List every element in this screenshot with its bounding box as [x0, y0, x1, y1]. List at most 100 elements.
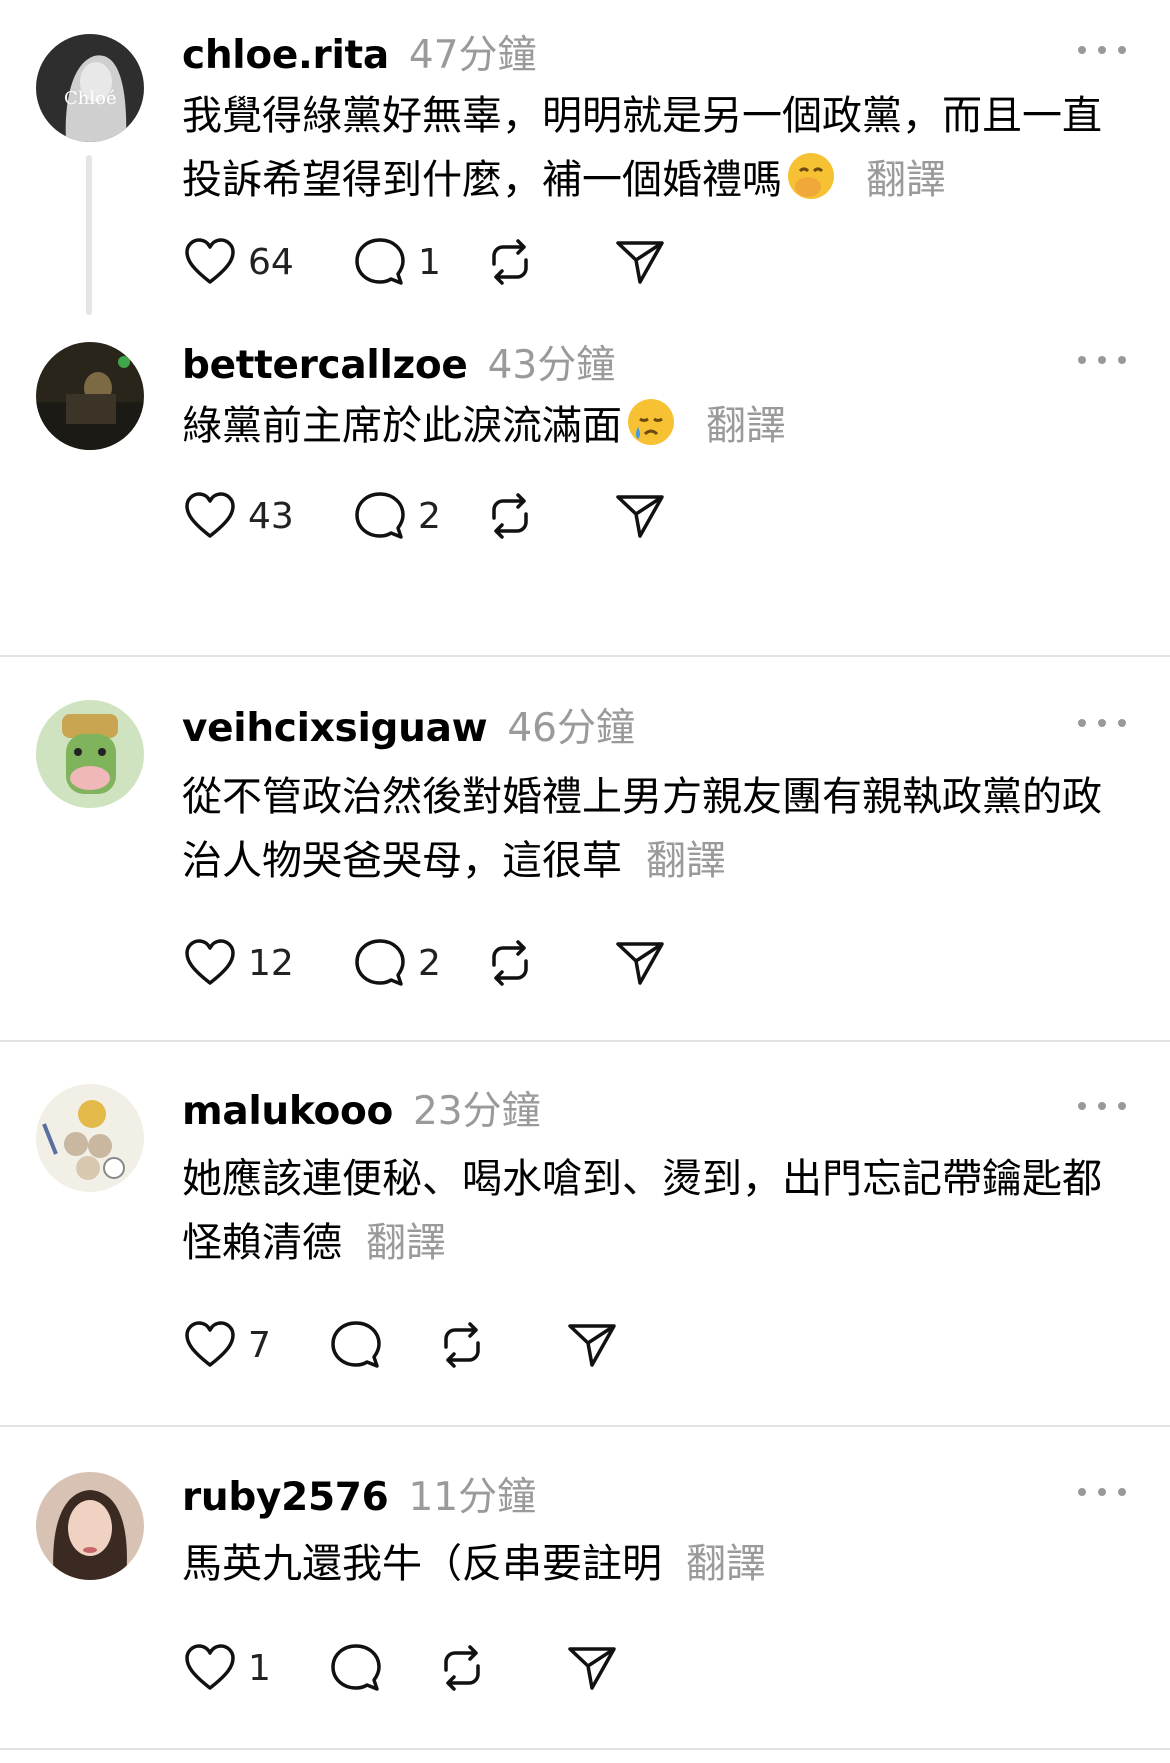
- translate-link[interactable]: 翻譯: [866, 157, 946, 203]
- post-header: veihcixsiguaw 46分鐘: [182, 697, 635, 751]
- post-text: 從不管政治然後對婚禮上男方親友團有親執政黨的政治人物哭爸哭母，這很草: [182, 774, 1102, 884]
- like-count: 7: [248, 1324, 271, 1366]
- post-text-container: 從不管政治然後對婚禮上男方親友團有親執政黨的政治人物哭爸哭母，這很草 翻譯: [182, 765, 1132, 893]
- like-button[interactable]: 43: [182, 486, 294, 546]
- timestamp: 23分鐘: [412, 1089, 541, 1134]
- reply-button[interactable]: [328, 1638, 384, 1698]
- like-button[interactable]: 12: [182, 933, 294, 993]
- crying-face-emoji: [628, 399, 674, 445]
- username[interactable]: chloe.rita: [182, 33, 389, 78]
- post-divider: [0, 1040, 1170, 1042]
- share-button[interactable]: [612, 933, 668, 993]
- avatar-image: [36, 700, 144, 808]
- reply-button[interactable]: 2: [352, 486, 441, 546]
- post-text-container: 我覺得綠黨好無辜，明明就是另一個政黨，而且一直投訴希望得到什麼，補一個婚禮嗎 翻譯: [182, 84, 1132, 212]
- repost-icon: [492, 493, 528, 539]
- repost-button[interactable]: [434, 1315, 490, 1375]
- repost-icon: [444, 1322, 480, 1368]
- translate-link[interactable]: 翻譯: [366, 1220, 446, 1266]
- send-icon: [616, 495, 664, 538]
- avatar[interactable]: [36, 1472, 144, 1580]
- send-icon: [568, 1324, 616, 1367]
- avatar[interactable]: [36, 342, 144, 450]
- more-options-icon[interactable]: [1078, 40, 1126, 60]
- share-button[interactable]: [612, 486, 668, 546]
- post-text: 馬英九還我牛（反串要註明: [182, 1541, 662, 1587]
- avatar[interactable]: [36, 1084, 144, 1192]
- heart-icon: [185, 1644, 235, 1690]
- post-text: 綠黨前主席於此淚流滿面: [182, 403, 622, 449]
- avatar-image: [36, 1084, 144, 1192]
- post-divider: [0, 1425, 1170, 1427]
- avatar[interactable]: Chloé: [36, 34, 144, 142]
- like-count: 12: [248, 942, 294, 984]
- hand-over-mouth-emoji: [788, 153, 834, 199]
- timestamp: 46分鐘: [507, 706, 635, 751]
- repost-button[interactable]: [482, 486, 538, 546]
- reply-count: 2: [418, 942, 441, 984]
- heart-icon: [185, 939, 235, 985]
- svg-text:Chloé: Chloé: [64, 88, 117, 109]
- avatar[interactable]: [36, 700, 144, 808]
- reply-button[interactable]: 1: [352, 232, 441, 292]
- comment-bubble-icon: [355, 492, 405, 539]
- username[interactable]: bettercallzoe: [182, 343, 468, 388]
- share-button[interactable]: [564, 1638, 620, 1698]
- more-options-icon[interactable]: [1078, 1096, 1126, 1116]
- username[interactable]: malukooo: [182, 1089, 393, 1134]
- heart-icon: [185, 1321, 235, 1367]
- repost-button[interactable]: [434, 1638, 490, 1698]
- share-button[interactable]: [564, 1315, 620, 1375]
- heart-icon: [185, 492, 235, 538]
- avatar-image: [36, 342, 144, 450]
- more-options-icon[interactable]: [1078, 1482, 1126, 1502]
- timestamp: 43分鐘: [487, 343, 616, 388]
- username[interactable]: veihcixsiguaw: [182, 706, 488, 751]
- avatar-image: [36, 1472, 144, 1580]
- like-button[interactable]: 7: [182, 1315, 271, 1375]
- repost-button[interactable]: [482, 933, 538, 993]
- repost-button[interactable]: [482, 232, 538, 292]
- like-button[interactable]: 1: [182, 1638, 271, 1698]
- repost-icon: [444, 1645, 480, 1691]
- repost-icon: [492, 239, 528, 285]
- reply-button[interactable]: 2: [352, 933, 441, 993]
- send-icon: [568, 1647, 616, 1690]
- reply-count: 2: [418, 495, 441, 537]
- reply-button[interactable]: [328, 1315, 384, 1375]
- reply-count: 1: [418, 241, 441, 283]
- post-text: 她應該連便秘、喝水嗆到、燙到，出門忘記帶鑰匙都怪賴清德: [182, 1156, 1102, 1266]
- post-divider: [0, 655, 1170, 657]
- timestamp: 47分鐘: [408, 33, 537, 78]
- post-text-container: 綠黨前主席於此淚流滿面 翻譯: [182, 394, 1132, 458]
- translate-link[interactable]: 翻譯: [686, 1541, 766, 1587]
- share-button[interactable]: [612, 232, 668, 292]
- post-text-container: 馬英九還我牛（反串要註明 翻譯: [182, 1532, 1132, 1596]
- post-header: ruby2576 11分鐘: [182, 1466, 536, 1520]
- send-icon: [616, 942, 664, 985]
- heart-icon: [185, 238, 235, 284]
- post-header: malukooo 23分鐘: [182, 1080, 541, 1134]
- comment-bubble-icon: [355, 238, 405, 285]
- more-options-icon[interactable]: [1078, 350, 1126, 370]
- comment-bubble-icon: [355, 939, 405, 986]
- more-options-icon[interactable]: [1078, 713, 1126, 733]
- like-count: 43: [248, 495, 294, 537]
- translate-link[interactable]: 翻譯: [706, 403, 786, 449]
- thread-line: [86, 155, 92, 315]
- post-header: bettercallzoe 43分鐘: [182, 334, 615, 388]
- post-text: 我覺得綠黨好無辜，明明就是另一個政黨，而且一直投訴希望得到什麼，補一個婚禮嗎: [182, 93, 1102, 203]
- comment-bubble-icon: [331, 1321, 381, 1368]
- send-icon: [616, 241, 664, 284]
- avatar-image: Chloé: [36, 34, 144, 142]
- post-header: chloe.rita 47分鐘: [182, 24, 537, 78]
- like-button[interactable]: 64: [182, 232, 294, 292]
- comment-bubble-icon: [331, 1644, 381, 1691]
- like-count: 64: [248, 241, 294, 283]
- translate-link[interactable]: 翻譯: [646, 838, 726, 884]
- repost-icon: [492, 940, 528, 986]
- post-text-container: 她應該連便秘、喝水嗆到、燙到，出門忘記帶鑰匙都怪賴清德 翻譯: [182, 1147, 1132, 1275]
- username[interactable]: ruby2576: [182, 1475, 389, 1520]
- post-divider: [0, 1748, 1170, 1750]
- like-count: 1: [248, 1647, 271, 1689]
